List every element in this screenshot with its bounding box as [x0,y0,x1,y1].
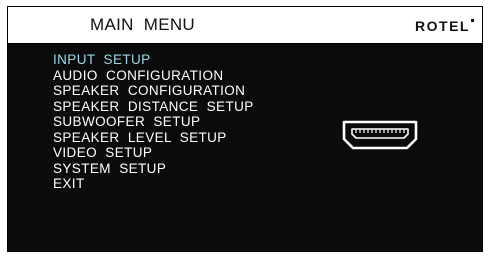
brand-logo-mark [471,19,474,22]
main-menu-list: INPUT SETUP AUDIO CONFIGURATION SPEAKER … [53,52,254,192]
osd-screen: MAIN MENU ROTEL INPUT SETUP AUDIO CONFIG… [7,6,483,252]
page-title: MAIN MENU [90,15,195,34]
menu-header: MAIN MENU ROTEL [8,7,482,44]
menu-item-audio-configuration[interactable]: AUDIO CONFIGURATION [53,68,254,84]
menu-item-input-setup[interactable]: INPUT SETUP [53,52,254,68]
menu-item-system-setup[interactable]: SYSTEM SETUP [53,161,254,177]
menu-item-speaker-distance-setup[interactable]: SPEAKER DISTANCE SETUP [53,99,254,115]
menu-item-subwoofer-setup[interactable]: SUBWOOFER SETUP [53,114,254,130]
menu-item-speaker-level-setup[interactable]: SPEAKER LEVEL SETUP [53,130,254,146]
hdmi-connector-icon [342,120,418,150]
menu-item-video-setup[interactable]: VIDEO SETUP [53,145,254,161]
brand-logo: ROTEL [415,18,470,34]
menu-item-exit[interactable]: EXIT [53,176,254,192]
menu-item-speaker-configuration[interactable]: SPEAKER CONFIGURATION [53,83,254,99]
